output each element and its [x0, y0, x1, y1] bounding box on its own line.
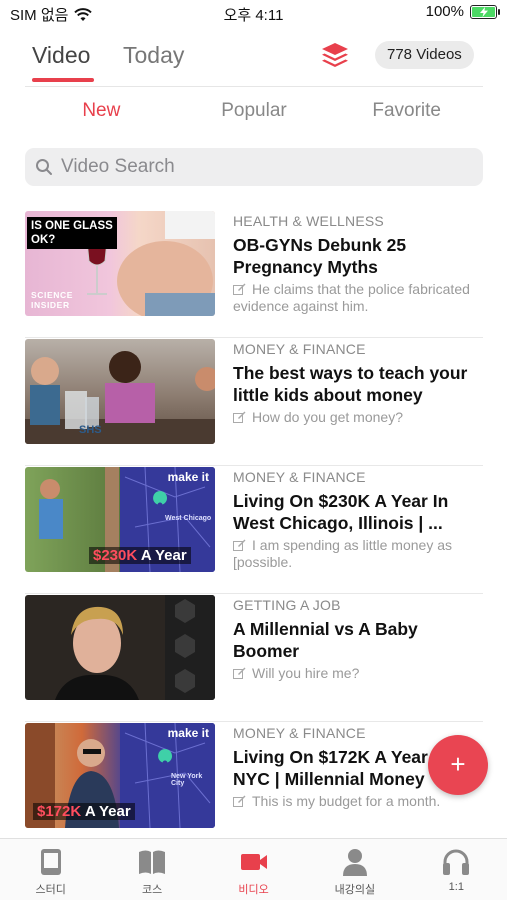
subtabs: New Popular Favorite	[25, 100, 483, 128]
thumbnail-price-caption: $230K A Year	[89, 547, 191, 564]
subtab-favorite[interactable]: Favorite	[330, 100, 483, 128]
search-input[interactable]	[61, 156, 461, 178]
video-thumbnail[interactable]: make it New York City $172K A Year	[25, 723, 215, 828]
battery-level	[472, 6, 495, 17]
video-description: Will you hire me?	[233, 665, 485, 682]
video-title[interactable]: Living On $230K A Year In West Chicago, …	[233, 490, 485, 534]
video-description: This is my budget for a month.	[233, 793, 485, 810]
nav-item-one-on-one[interactable]: 1:1	[406, 839, 507, 900]
video-info: MONEY & FINANCE Living On $230K A Year I…	[233, 469, 485, 571]
video-title[interactable]: OB-GYNs Debunk 25 Pregnancy Myths	[233, 234, 485, 278]
thumbnail-caption: IS ONE GLASS OK?	[27, 217, 117, 249]
nav-item-my-classroom[interactable]: 내강의실	[304, 839, 405, 900]
video-thumbnail[interactable]: IS ONE GLASS OK? SCIENCE INSIDER	[25, 211, 215, 316]
book-icon	[139, 850, 166, 874]
video-list-item[interactable]: IS ONE GLASS OK? SCIENCE INSIDER HEALTH …	[25, 210, 483, 338]
video-list-item[interactable]: make it West Chicago $230K A Year MONEY …	[25, 466, 483, 594]
video-camera-icon	[240, 854, 267, 870]
video-description: He claims that the police fabricated evi…	[233, 281, 470, 314]
edit-icon	[233, 283, 246, 295]
header: Video Today 778 Videos	[0, 26, 507, 86]
edit-icon	[233, 667, 246, 679]
edit-icon	[233, 795, 246, 807]
add-button[interactable]: +	[428, 735, 488, 795]
video-list-item[interactable]: GETTING A JOB A Millennial vs A Baby Boo…	[25, 594, 483, 722]
thumbnail-map-label: West Chicago	[165, 515, 212, 522]
video-description: How do you get money?	[233, 409, 485, 426]
charging-bolt-icon	[479, 6, 488, 17]
thumbnail-map-label: New York City	[171, 773, 203, 787]
thumbnail-caption: SHS	[79, 424, 102, 436]
video-title[interactable]: A Millennial vs A Baby Boomer	[233, 618, 485, 662]
video-description: I am spending as little money as [possib…	[233, 537, 452, 570]
video-thumbnail[interactable]: make it West Chicago $230K A Year	[25, 467, 215, 572]
nav-item-course[interactable]: 코스	[101, 839, 202, 900]
video-list: IS ONE GLASS OK? SCIENCE INSIDER HEALTH …	[25, 210, 483, 850]
status-right: 100%	[425, 3, 500, 20]
status-bar: SIM 없음 오후 4:11 100%	[0, 0, 507, 26]
video-thumbnail[interactable]	[25, 595, 215, 700]
video-info: MONEY & FINANCE The best ways to teach y…	[233, 341, 485, 426]
search-icon	[36, 159, 52, 175]
subtab-popular[interactable]: Popular	[178, 100, 331, 128]
video-category: MONEY & FINANCE	[233, 341, 366, 357]
subtab-new[interactable]: New	[25, 100, 178, 128]
edit-icon	[233, 539, 246, 551]
video-thumbnail[interactable]: SHS	[25, 339, 215, 444]
search-bar[interactable]	[25, 148, 483, 186]
video-info: GETTING A JOB A Millennial vs A Baby Boo…	[233, 597, 485, 682]
thumbnail-art	[55, 595, 215, 700]
study-icon	[40, 849, 61, 875]
tab-video[interactable]: Video	[32, 42, 90, 69]
person-icon	[342, 849, 367, 876]
video-list-item[interactable]: SHS MONEY & FINANCE The best ways to tea…	[25, 338, 483, 466]
headphones-icon	[443, 849, 470, 875]
video-title[interactable]: The best ways to teach your little kids …	[233, 362, 485, 406]
nav-item-study[interactable]: 스터디	[0, 839, 101, 900]
video-list-item[interactable]: make it New York City $172K A Year MONEY…	[25, 722, 483, 850]
battery-percent: 100%	[425, 3, 464, 20]
edit-icon	[233, 411, 246, 423]
video-count-badge: 778 Videos	[375, 41, 474, 69]
thumbnail-brand: make it	[167, 726, 209, 740]
layers-icon[interactable]	[320, 41, 350, 69]
header-divider	[25, 86, 483, 87]
video-category: HEALTH & WELLNESS	[233, 213, 384, 229]
tab-today[interactable]: Today	[123, 42, 184, 69]
video-category: GETTING A JOB	[233, 597, 341, 613]
active-tab-indicator	[32, 78, 94, 82]
thumbnail-art	[25, 351, 215, 444]
video-category: MONEY & FINANCE	[233, 469, 366, 485]
thumbnail-brand: SCIENCE INSIDER	[31, 290, 73, 310]
thumbnail-brand: make it	[167, 470, 209, 484]
battery-icon	[470, 4, 500, 19]
bottom-nav: 스터디 코스 비디오 내강의실 1:1	[0, 838, 507, 900]
thumbnail-price-caption: $172K A Year	[33, 803, 135, 820]
nav-item-video[interactable]: 비디오	[203, 839, 304, 900]
video-info: HEALTH & WELLNESS OB-GYNs Debunk 25 Preg…	[233, 213, 485, 315]
